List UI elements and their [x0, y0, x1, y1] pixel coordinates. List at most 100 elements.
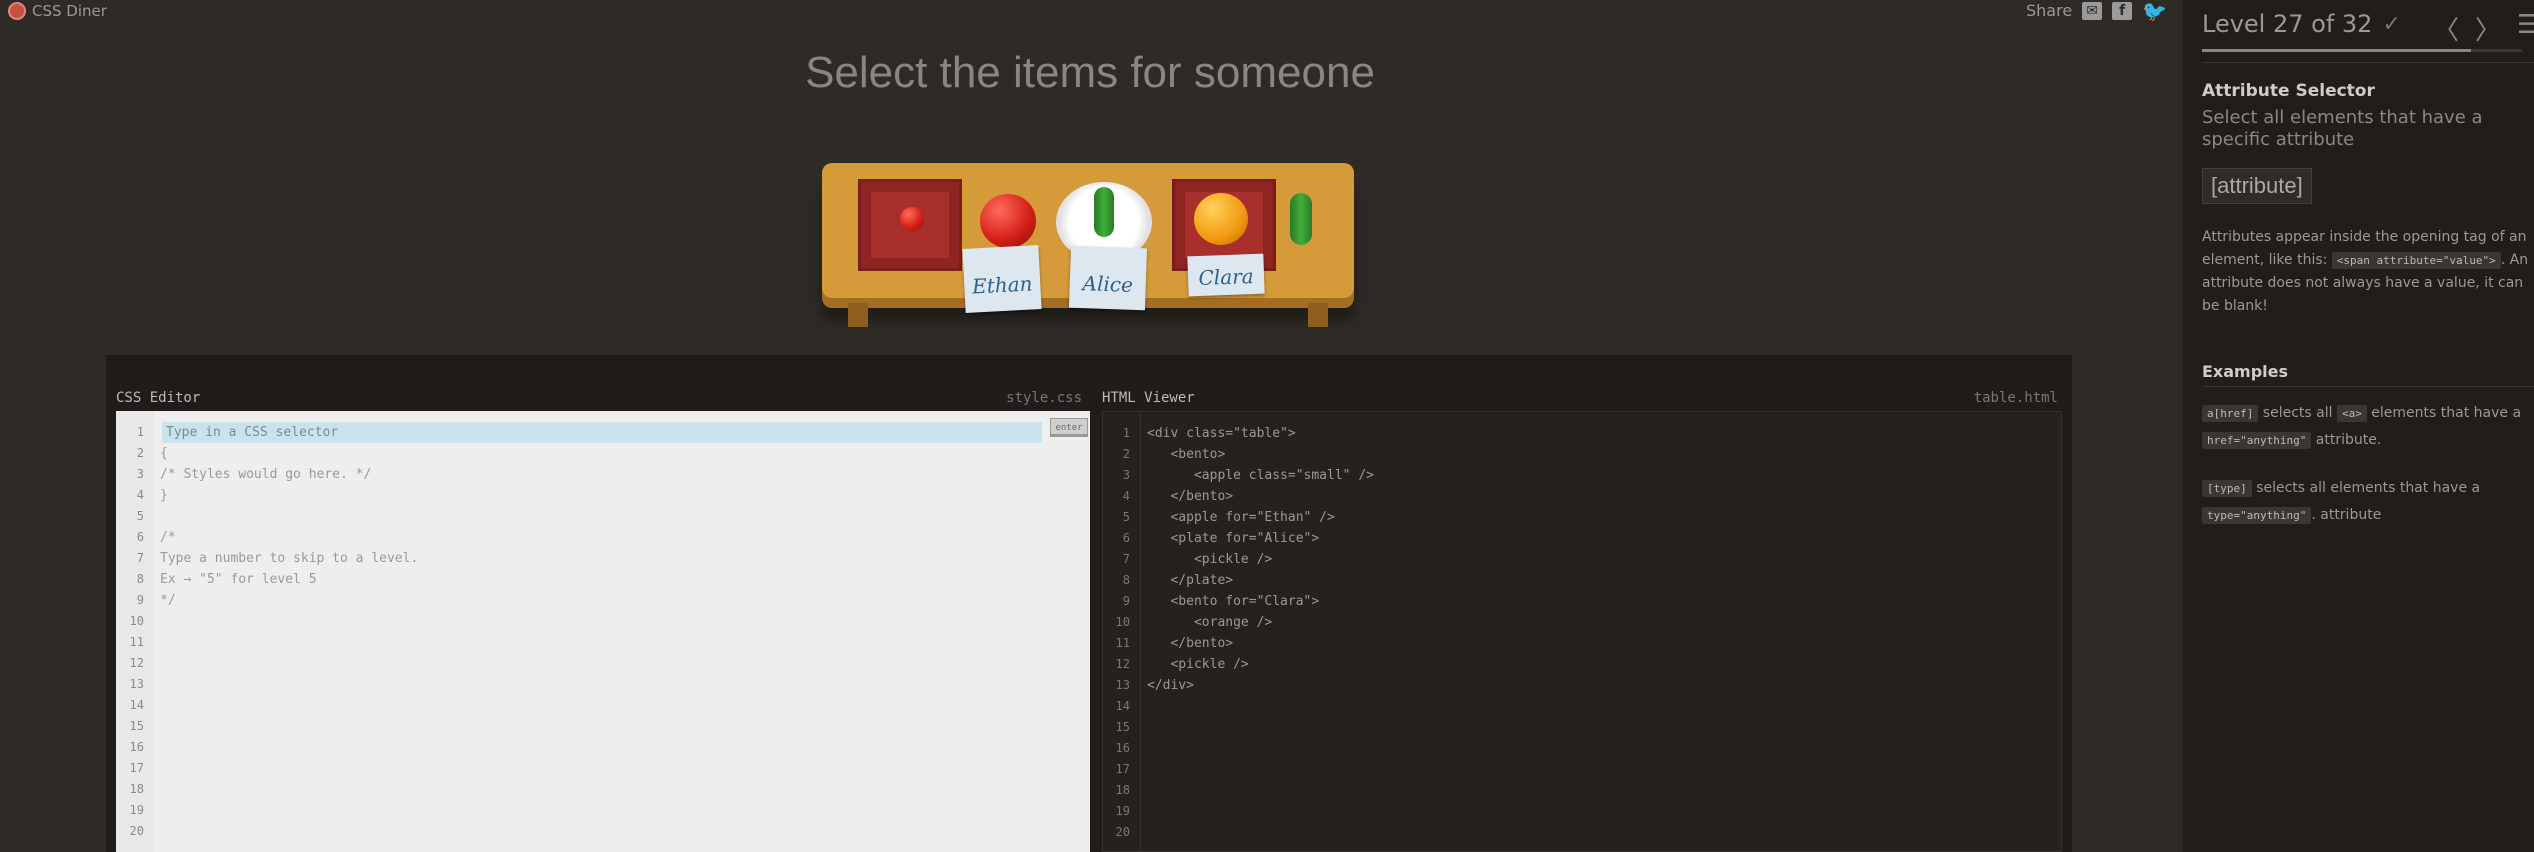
- line-number: 11: [1115, 636, 1130, 650]
- html-line-numbers: 1 2 3 4 5 6 7 8 9 10 11 12 13 14 15 16 17 18 19 20: [1103, 412, 1141, 851]
- html-viewer-header: HTML Viewer table.html: [1092, 369, 2072, 411]
- facebook-icon[interactable]: f: [2112, 1, 2133, 20]
- email-icon[interactable]: ✉: [2082, 1, 2103, 20]
- line-number: 9: [136, 593, 144, 607]
- divider: [2202, 386, 2534, 387]
- line-number: 15: [1115, 720, 1130, 734]
- apple[interactable]: [980, 194, 1036, 248]
- line-number: 7: [136, 551, 144, 565]
- line-number: 6: [1122, 531, 1130, 545]
- line-number: 17: [1115, 762, 1130, 776]
- html-viewer[interactable]: 1 2 3 4 5 6 7 8 9 10 11 12 13 14 15 16 17 18 19 20 <div cla…: [1102, 411, 2062, 852]
- small-apple[interactable]: [900, 207, 924, 231]
- line-number: 12: [1115, 657, 1130, 671]
- line-number: 2: [1122, 447, 1130, 461]
- line-number: 10: [1115, 615, 1130, 629]
- line-number: 16: [1115, 741, 1130, 755]
- html-viewer-title: HTML Viewer: [1102, 390, 1195, 406]
- line-number: 8: [1122, 573, 1130, 587]
- twitter-icon[interactable]: 🐦: [2142, 1, 2167, 21]
- line-number: 14: [1115, 699, 1130, 713]
- name-card-clara: Clara: [1187, 253, 1265, 297]
- selector-title: Select all elements that have a specific…: [2202, 107, 2483, 150]
- hint-code: <span attribute="value">: [2331, 252, 2501, 269]
- line-number: 10: [129, 614, 144, 628]
- line-number: 4: [136, 488, 144, 502]
- line-number: 2: [136, 446, 144, 460]
- line-number: 17: [129, 761, 144, 775]
- line-number: 11: [129, 635, 144, 649]
- html-filename: table.html: [1973, 390, 2058, 406]
- level-sidebar: Level 27 of 32 ✓ 〈 〉 ☰ Attribute Selecto…: [2183, 0, 2534, 852]
- page-title: Select the items for someone: [805, 48, 1375, 97]
- examples-heading: Examples: [2202, 362, 2289, 381]
- previous-level-icon[interactable]: 〈: [2433, 10, 2459, 47]
- css-filename: style.css: [1006, 390, 1082, 406]
- line-number: 1: [1122, 426, 1130, 440]
- line-number: 4: [1122, 489, 1130, 503]
- css-code: { /* Styles would go here. */ } /* Type …: [160, 446, 419, 608]
- orange[interactable]: [1194, 193, 1248, 245]
- example-text: elements that have a: [2366, 405, 2522, 421]
- line-number: 19: [129, 803, 144, 817]
- share-label: Share: [2026, 1, 2073, 20]
- app-logo[interactable]: CSS Diner: [8, 2, 107, 20]
- next-level-icon[interactable]: 〉: [2475, 10, 2501, 47]
- table-leg: [848, 303, 868, 327]
- css-editor[interactable]: 1 2 3 4 5 6 7 8 9 10 11 12 13 14 15 16 17 18 19 20 { /* Sty…: [116, 411, 1090, 852]
- level-progress: [2202, 49, 2522, 52]
- example-code: a[href]: [2202, 405, 2259, 422]
- name-card-alice: Alice: [1068, 245, 1148, 311]
- example-text: . attribute: [2311, 507, 2382, 523]
- line-number: 7: [1122, 552, 1130, 566]
- example-text: selects all: [2258, 405, 2337, 421]
- line-number: 5: [136, 509, 144, 523]
- css-editor-title: CSS Editor: [116, 390, 201, 406]
- check-icon: ✓: [2382, 11, 2401, 37]
- example-1: a[href] selects all <a> elements that ha…: [2202, 400, 2532, 454]
- css-selector-input[interactable]: [164, 422, 1038, 443]
- pickle-on-plate[interactable]: [1094, 187, 1114, 237]
- example-code: type="anything": [2202, 507, 2312, 524]
- line-number: 14: [129, 698, 144, 712]
- line-number: 13: [1115, 678, 1130, 692]
- selector-hint: Attributes appear inside the opening tag…: [2202, 226, 2532, 318]
- line-number: 3: [1122, 468, 1130, 482]
- css-editor-header: CSS Editor style.css: [106, 369, 1096, 411]
- example-text: selects all elements that have a: [2251, 480, 2481, 496]
- html-code: <div class="table"> <bento> <apple class…: [1147, 426, 1374, 693]
- level-nav: 〈 〉 ☰: [2433, 10, 2534, 47]
- menu-icon[interactable]: ☰: [2517, 10, 2534, 47]
- example-2: [type] selects all elements that have a …: [2202, 475, 2532, 529]
- line-number: 20: [1115, 825, 1130, 839]
- selector-name: Attribute Selector: [2202, 81, 2375, 101]
- line-number: 16: [129, 740, 144, 754]
- dinner-table: Ethan Alice Clara: [822, 163, 1354, 343]
- line-number: 18: [129, 782, 144, 796]
- level-indicator: Level 27 of 32 ✓: [2202, 10, 2401, 38]
- css-line-numbers: 1 2 3 4 5 6 7 8 9 10 11 12 13 14 15 16 17 18 19 20: [116, 411, 154, 852]
- line-number: 19: [1115, 804, 1130, 818]
- line-number: 3: [136, 467, 144, 481]
- example-code: [type]: [2202, 480, 2252, 497]
- line-number: 13: [129, 677, 144, 691]
- divider: [2202, 62, 2534, 63]
- name-card-ethan: Ethan: [962, 245, 1042, 313]
- level-text: Level 27 of 32: [2202, 10, 2373, 38]
- example-text: attribute.: [2311, 432, 2382, 448]
- line-number: 9: [1122, 594, 1130, 608]
- line-number: 20: [129, 824, 144, 838]
- app-name: CSS Diner: [32, 2, 107, 20]
- logo-icon: [8, 2, 26, 20]
- line-number: 6: [136, 530, 144, 544]
- pickle[interactable]: [1290, 193, 1312, 245]
- line-number: 15: [129, 719, 144, 733]
- line-number: 1: [136, 425, 144, 439]
- line-number: 8: [136, 572, 144, 586]
- table-leg: [1308, 303, 1328, 327]
- line-number: 18: [1115, 783, 1130, 797]
- level-progress-fill: [2202, 49, 2471, 52]
- example-code: <a>: [2336, 405, 2367, 422]
- enter-button[interactable]: enter: [1050, 418, 1088, 437]
- editor-panel: CSS Editor style.css HTML Viewer table.h…: [106, 355, 2072, 852]
